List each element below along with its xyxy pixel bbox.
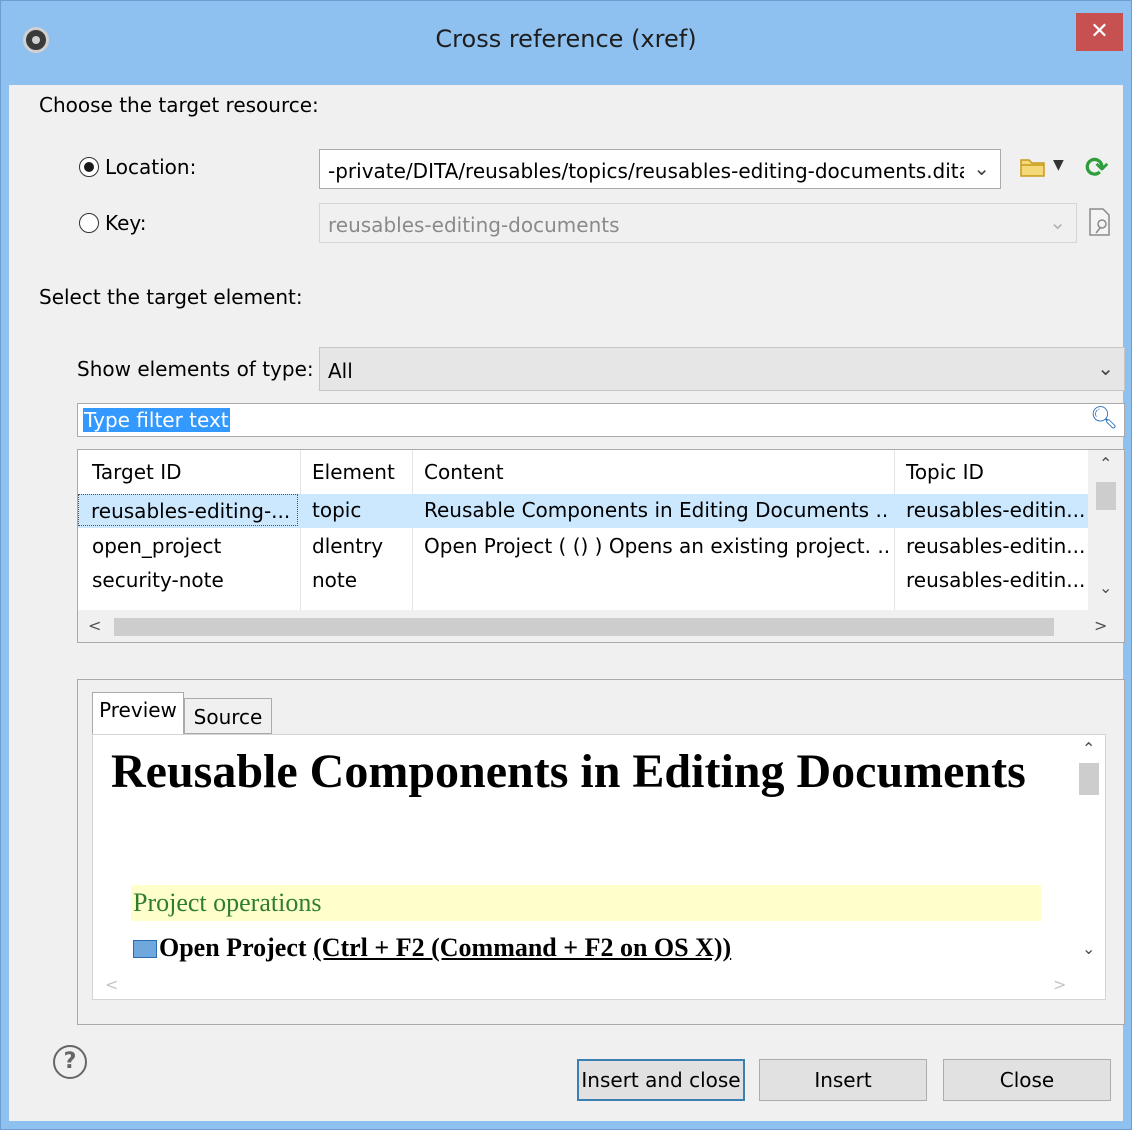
- scroll-thumb[interactable]: [114, 618, 1054, 636]
- help-icon[interactable]: ?: [53, 1045, 87, 1079]
- browse-dropdown-icon[interactable]: ▼: [1053, 157, 1064, 173]
- location-value: -private/DITA/reusables/topics/reusables…: [328, 159, 964, 183]
- column-header-content[interactable]: Content: [424, 460, 504, 484]
- insert-and-close-button[interactable]: Insert and close: [577, 1059, 745, 1101]
- dialog-body: Choose the target resource: Location: -p…: [9, 85, 1125, 1121]
- close-button[interactable]: Close: [943, 1059, 1111, 1101]
- preview-section: Project operations: [131, 885, 1041, 921]
- chevron-down-icon[interactable]: ⌄: [973, 156, 990, 180]
- scroll-thumb[interactable]: [1079, 763, 1099, 795]
- column-header-target-id[interactable]: Target ID: [92, 460, 182, 484]
- table-row[interactable]: security-note note reusables-editin...: [78, 564, 1088, 598]
- browse-folder-icon[interactable]: [1019, 155, 1047, 185]
- row-content: Reusable Components in Editing Documents…: [424, 498, 890, 522]
- title-bar[interactable]: Cross reference (xref) ✕: [1, 1, 1131, 85]
- row-topic-id: reusables-editin...: [906, 498, 1086, 522]
- table-row[interactable]: open_project dlentry Open Project ( () )…: [78, 530, 1088, 564]
- filter-input[interactable]: Type filter text 🔍︎: [77, 403, 1125, 437]
- preview-title: Reusable Components in Editing Documents: [111, 745, 1026, 798]
- preview-entry: Open Project (Ctrl + F2 (Command + F2 on…: [133, 933, 731, 963]
- key-search-icon[interactable]: [1087, 207, 1113, 243]
- table-horizontal-scrollbar[interactable]: < >: [78, 610, 1124, 642]
- location-label[interactable]: Location:: [105, 155, 196, 179]
- window-title: Cross reference (xref): [435, 25, 697, 53]
- row-element: topic: [312, 498, 362, 522]
- chevron-down-icon[interactable]: ⌄: [1097, 356, 1114, 380]
- refresh-icon[interactable]: ⟳: [1085, 151, 1108, 184]
- key-radio[interactable]: [79, 213, 99, 233]
- chevron-down-icon[interactable]: ⌄: [1099, 578, 1112, 597]
- column-header-element[interactable]: Element: [312, 460, 395, 484]
- location-combo[interactable]: -private/DITA/reusables/topics/reusables…: [319, 149, 1001, 189]
- key-label[interactable]: Key:: [105, 211, 147, 235]
- preview-horizontal-scrollbar[interactable]: < >: [93, 971, 1073, 999]
- preview-vertical-scrollbar[interactable]: ⌃ ⌄: [1073, 735, 1105, 975]
- chevron-left-icon[interactable]: <: [105, 975, 118, 994]
- elements-table[interactable]: Target ID Element Content Topic ID reusa…: [77, 449, 1125, 643]
- close-window-button[interactable]: ✕: [1076, 13, 1123, 51]
- folder-icon: [133, 940, 157, 958]
- row-topic-id: reusables-editin...: [906, 568, 1086, 592]
- chevron-right-icon[interactable]: >: [1094, 616, 1107, 635]
- filter-text[interactable]: Type filter text: [83, 408, 230, 432]
- element-type-label: Show elements of type:: [77, 357, 314, 381]
- preview-entry-bold: Open Project: [159, 933, 314, 962]
- scroll-thumb[interactable]: [1096, 482, 1116, 510]
- chevron-left-icon[interactable]: <: [88, 616, 101, 635]
- row-topic-id: reusables-editin...: [906, 534, 1086, 558]
- row-content: Open Project ( () ) Opens an existing pr…: [424, 534, 890, 558]
- table-row[interactable]: reusables-editing-... topic Reusable Com…: [78, 494, 1088, 528]
- table-header: Target ID Element Content Topic ID: [78, 450, 1088, 495]
- element-type-value: All: [328, 359, 353, 383]
- chevron-up-icon[interactable]: ⌃: [1099, 454, 1112, 473]
- location-radio[interactable]: [79, 157, 99, 177]
- key-value: reusables-editing-documents: [328, 213, 620, 237]
- table-vertical-scrollbar[interactable]: ⌃ ⌄: [1088, 450, 1124, 610]
- chevron-up-icon[interactable]: ⌃: [1082, 739, 1095, 758]
- preview-panel: Preview Source Reusable Components in Ed…: [77, 679, 1125, 1025]
- insert-button[interactable]: Insert: [759, 1059, 927, 1101]
- target-resource-heading: Choose the target resource:: [39, 93, 319, 117]
- target-element-heading: Select the target element:: [39, 285, 303, 309]
- dialog-window: Cross reference (xref) ✕ Choose the targ…: [0, 0, 1132, 1130]
- chevron-down-icon[interactable]: ⌄: [1082, 939, 1095, 958]
- row-target-id: reusables-editing-...: [78, 494, 298, 526]
- element-type-select[interactable]: All ⌄: [319, 347, 1125, 391]
- row-element: dlentry: [312, 534, 384, 558]
- preview-entry-link[interactable]: (Ctrl + F2 (Command + F2 on OS X)): [313, 933, 731, 962]
- column-header-topic-id[interactable]: Topic ID: [906, 460, 984, 484]
- chevron-down-icon[interactable]: ⌄: [1049, 210, 1066, 234]
- row-element: note: [312, 568, 358, 592]
- key-combo[interactable]: reusables-editing-documents ⌄: [319, 203, 1077, 243]
- chevron-right-icon[interactable]: >: [1053, 975, 1066, 994]
- tab-source[interactable]: Source: [184, 698, 272, 734]
- preview-content[interactable]: Reusable Components in Editing Documents…: [92, 734, 1106, 1000]
- search-icon[interactable]: 🔍︎: [1090, 406, 1118, 431]
- row-target-id: security-note: [92, 568, 224, 592]
- tab-preview[interactable]: Preview: [92, 692, 184, 734]
- row-target-id: open_project: [92, 534, 222, 558]
